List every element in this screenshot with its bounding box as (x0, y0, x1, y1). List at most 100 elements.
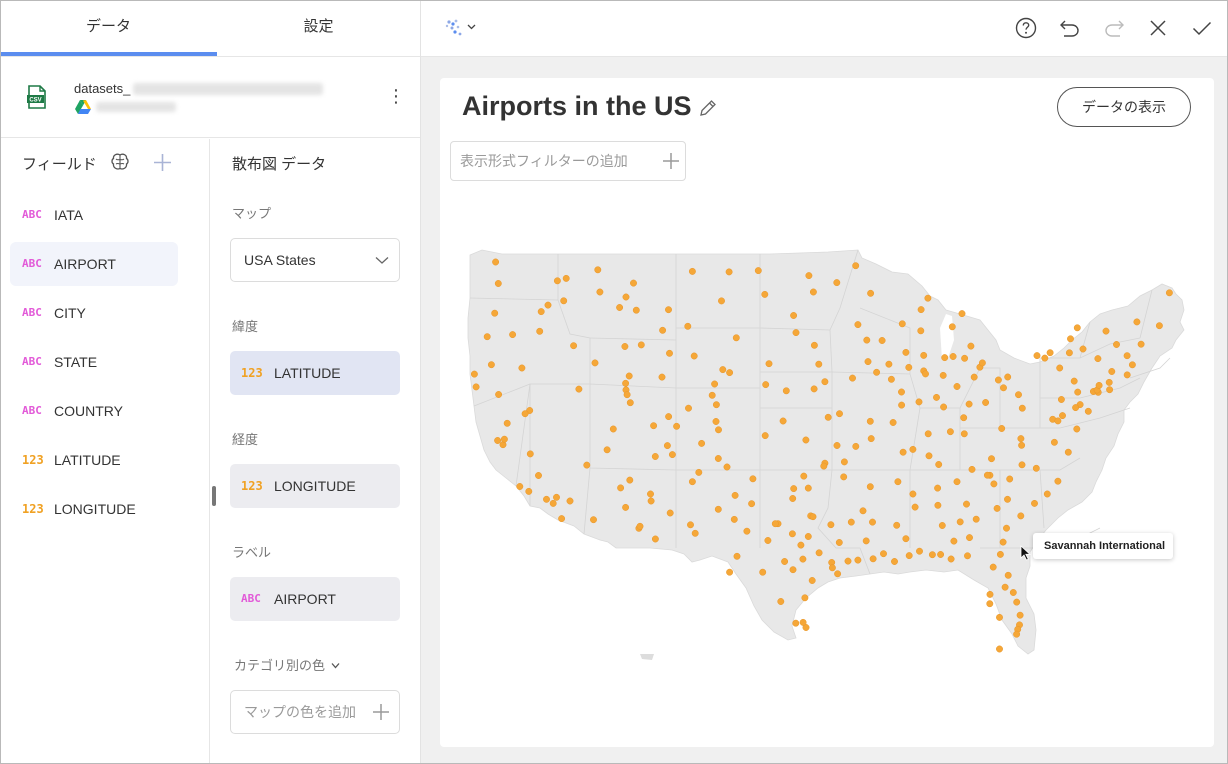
airport-point[interactable] (854, 321, 862, 329)
airport-point[interactable] (1006, 475, 1014, 483)
airport-point[interactable] (765, 360, 773, 368)
help-icon[interactable] (1014, 16, 1038, 40)
airport-point[interactable] (730, 515, 738, 523)
airport-point[interactable] (1031, 499, 1038, 507)
airport-point[interactable] (902, 535, 910, 543)
airport-point[interactable] (792, 619, 800, 627)
airport-point[interactable] (852, 262, 860, 270)
visualization-title[interactable]: Airports in the US (462, 91, 692, 122)
airport-point[interactable] (723, 463, 731, 471)
airport-point[interactable] (835, 539, 843, 546)
airport-point[interactable] (1013, 598, 1021, 606)
airport-point[interactable] (688, 267, 696, 275)
airport-point[interactable] (1032, 464, 1040, 472)
airport-point[interactable] (732, 334, 740, 342)
airport-point[interactable] (880, 550, 887, 558)
airport-point[interactable] (535, 472, 542, 479)
airport-point[interactable] (666, 349, 673, 357)
pencil-icon[interactable] (698, 98, 718, 118)
airport-point[interactable] (917, 306, 925, 314)
airport-point[interactable] (733, 552, 741, 560)
airport-point[interactable] (575, 385, 583, 393)
category-color-toggle[interactable]: カテゴリ別の色 (234, 655, 340, 674)
airport-point[interactable] (993, 504, 1001, 512)
airport-point[interactable] (714, 505, 722, 513)
airport-point[interactable] (622, 293, 630, 301)
airport-point[interactable] (500, 435, 508, 443)
airport-point[interactable] (1018, 404, 1026, 412)
airport-point[interactable] (905, 363, 913, 371)
airport-point[interactable] (695, 468, 703, 476)
airport-point[interactable] (996, 645, 1003, 653)
airport-point[interactable] (549, 499, 557, 507)
airport-point[interactable] (866, 483, 874, 491)
redo-icon[interactable] (1102, 16, 1126, 40)
airport-point[interactable] (922, 370, 929, 378)
brain-icon[interactable] (110, 152, 130, 172)
add-filter-field[interactable]: 表示形式フィルターの追加 (450, 141, 686, 181)
airport-point[interactable] (964, 552, 971, 560)
airport-point[interactable] (1003, 524, 1010, 532)
airport-point[interactable] (805, 272, 813, 280)
airport-point[interactable] (1018, 461, 1026, 469)
airport-point[interactable] (491, 309, 499, 317)
airport-point[interactable] (789, 566, 797, 574)
airport-point[interactable] (961, 354, 969, 362)
airport-point[interactable] (998, 425, 1006, 432)
airport-point[interactable] (1073, 324, 1081, 332)
airport-point[interactable] (788, 530, 796, 538)
field-item-latitude[interactable]: 123 LATITUDE (10, 438, 178, 482)
airport-point[interactable] (1054, 417, 1062, 425)
airport-point[interactable] (712, 418, 720, 425)
airport-point[interactable] (924, 294, 932, 302)
airport-point[interactable] (1113, 341, 1120, 348)
airport-point[interactable] (966, 534, 973, 542)
map-select[interactable]: USA States (230, 238, 400, 282)
airport-point[interactable] (1015, 391, 1022, 399)
airport-point[interactable] (748, 500, 756, 508)
airport-point[interactable] (623, 391, 631, 399)
airport-point[interactable] (894, 478, 902, 486)
airport-point[interactable] (553, 493, 560, 501)
airport-point[interactable] (996, 613, 1003, 621)
airport-point[interactable] (1105, 378, 1113, 386)
airport-point[interactable] (616, 304, 624, 311)
airport-point[interactable] (1079, 345, 1087, 353)
airport-point[interactable] (594, 266, 602, 274)
airport-point[interactable] (869, 518, 876, 526)
airport-point[interactable] (986, 600, 994, 608)
airport-point[interactable] (651, 535, 659, 543)
airport-point[interactable] (802, 436, 810, 444)
airport-point[interactable] (820, 462, 828, 470)
airport-point[interactable] (808, 577, 816, 584)
airport-point[interactable] (521, 410, 529, 418)
airport-point[interactable] (777, 598, 785, 605)
airport-point[interactable] (970, 373, 978, 381)
airport-point[interactable] (891, 558, 898, 565)
airport-point[interactable] (956, 518, 964, 526)
airport-point[interactable] (840, 473, 848, 481)
airport-point[interactable] (800, 472, 808, 480)
field-item-state[interactable]: ABC STATE (10, 340, 178, 384)
airport-point[interactable] (968, 465, 976, 473)
airport-point[interactable] (934, 484, 942, 492)
close-icon[interactable] (1146, 16, 1170, 40)
airport-point[interactable] (1137, 340, 1145, 348)
airport-point[interactable] (958, 310, 966, 318)
airport-point[interactable] (994, 376, 1002, 384)
airport-point[interactable] (622, 503, 630, 511)
airport-point[interactable] (647, 490, 654, 498)
airport-point[interactable] (630, 279, 637, 287)
field-item-iata[interactable]: ABC IATA (10, 193, 178, 237)
airport-point[interactable] (947, 555, 955, 563)
airport-point[interactable] (847, 518, 855, 526)
airport-point[interactable] (867, 435, 875, 443)
airport-point[interactable] (950, 537, 958, 545)
airport-point[interactable] (518, 364, 526, 372)
airport-point[interactable] (1165, 289, 1173, 297)
airport-point[interactable] (840, 458, 848, 466)
airport-point[interactable] (544, 301, 552, 309)
airport-point[interactable] (909, 445, 917, 453)
airport-point[interactable] (1009, 589, 1017, 596)
airport-point[interactable] (790, 312, 798, 319)
